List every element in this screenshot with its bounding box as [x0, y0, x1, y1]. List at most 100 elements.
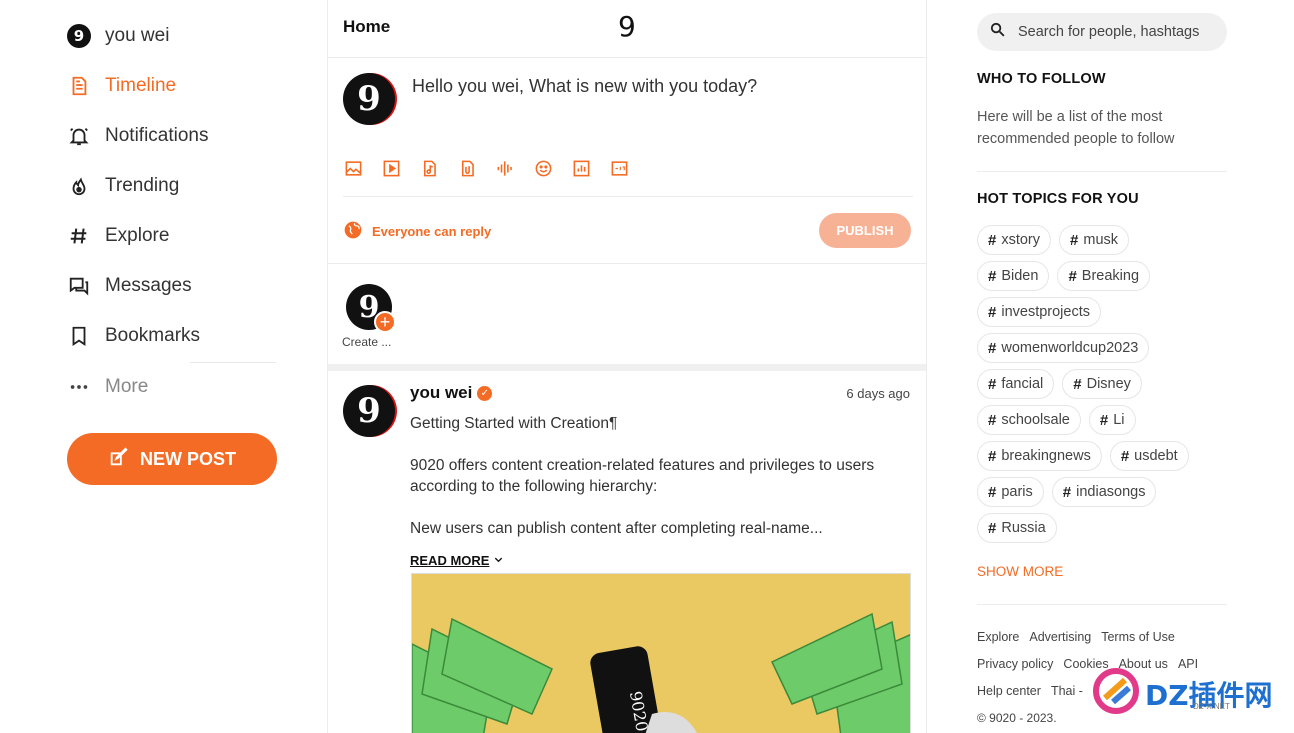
- topic-tag[interactable]: # xstory: [977, 225, 1052, 255]
- topic-tag[interactable]: # Russia: [977, 513, 1057, 543]
- composer-input[interactable]: Hello you wei, What is new with you toda…: [412, 76, 757, 97]
- more-dots-icon: [67, 375, 91, 399]
- topic-tag[interactable]: # usdebt: [1109, 441, 1189, 471]
- post-timestamp[interactable]: 6 days ago: [846, 386, 910, 401]
- show-more-link[interactable]: SHOW MORE: [977, 564, 1063, 579]
- profile-link[interactable]: 9 you wei: [67, 21, 169, 51]
- image-icon[interactable]: [343, 158, 363, 178]
- post-author-avatar[interactable]: 9: [343, 385, 395, 437]
- flame-icon: [67, 174, 91, 198]
- hashtag-icon: #: [1062, 483, 1072, 501]
- topic-tag[interactable]: # Disney: [1062, 369, 1142, 399]
- right-divider: [977, 171, 1227, 172]
- hot-topics-title: HOT TOPICS FOR YOU: [977, 191, 1139, 207]
- topic-tag[interactable]: # investprojects: [977, 297, 1101, 327]
- chat-icon: [67, 274, 91, 298]
- search-icon: [989, 21, 1006, 43]
- sidebar-item-label: Trending: [105, 175, 180, 196]
- topic-tag[interactable]: # breakingnews: [977, 441, 1102, 471]
- topic-label: schoolsale: [1001, 412, 1070, 428]
- composer-avatar[interactable]: 9: [343, 73, 395, 125]
- topic-label: womenworldcup2023: [1001, 340, 1139, 356]
- topic-row: # investprojects: [977, 297, 1101, 327]
- post-paragraph: 9020 offers content creation-related fea…: [410, 457, 875, 495]
- audio-wave-icon[interactable]: [495, 158, 515, 178]
- new-post-button[interactable]: NEW POST: [67, 433, 277, 485]
- topic-tag[interactable]: # womenworldcup2023: [977, 333, 1150, 363]
- page-title: Home: [343, 17, 391, 36]
- poll-icon[interactable]: [571, 158, 591, 178]
- hashtag-icon: #: [988, 519, 997, 537]
- stories-bar: 9 + Create ...: [328, 263, 926, 364]
- topic-tag[interactable]: # musk: [1059, 225, 1130, 255]
- right-sidebar: WHO TO FOLLOW Here will be a list of the…: [977, 0, 1227, 733]
- search-input[interactable]: [1018, 24, 1218, 40]
- profile-avatar: 9: [67, 24, 91, 48]
- read-more-label: READ MORE: [410, 553, 490, 568]
- watermark: DZ插件网 DZ-X.NET: [1093, 668, 1273, 719]
- footer-link[interactable]: Advertising: [1029, 630, 1091, 644]
- who-to-follow-title: WHO TO FOLLOW: [977, 71, 1106, 87]
- topic-tag[interactable]: # Li: [1088, 405, 1136, 435]
- timeline-icon: [67, 74, 91, 98]
- sidebar-item-trending[interactable]: Trending: [67, 171, 179, 201]
- topic-label: indiasongs: [1076, 484, 1146, 500]
- sidebar-item-explore[interactable]: Explore: [67, 221, 169, 251]
- publish-button[interactable]: PUBLISH: [819, 213, 911, 248]
- site-logo[interactable]: 9: [618, 10, 636, 43]
- topic-tag[interactable]: # indiasongs: [1051, 477, 1157, 507]
- new-post-label: NEW POST: [139, 448, 236, 469]
- hashtag-icon: #: [1099, 411, 1109, 429]
- topic-tag[interactable]: # Breaking: [1057, 261, 1151, 291]
- right-divider: [977, 604, 1227, 605]
- search-bar[interactable]: [977, 13, 1227, 51]
- reply-setting-button[interactable]: Everyone can reply: [343, 220, 491, 243]
- read-more-link[interactable]: READ MORE: [410, 553, 504, 568]
- topic-row: # xstory # musk: [977, 225, 1130, 255]
- music-icon[interactable]: [419, 158, 439, 178]
- hashtag-icon: #: [988, 447, 997, 465]
- plus-icon[interactable]: +: [374, 311, 396, 333]
- hashtag-icon: #: [988, 303, 997, 321]
- hashtag-icon: #: [988, 231, 997, 249]
- sidebar-item-more[interactable]: More: [67, 372, 148, 402]
- footer-links: Help center Thai -: [977, 684, 1083, 698]
- sidebar-item-timeline[interactable]: Timeline: [67, 71, 176, 101]
- topic-label: investprojects: [1001, 304, 1090, 320]
- emoji-icon[interactable]: [533, 158, 553, 178]
- hashtag-icon: #: [1070, 231, 1079, 249]
- topic-row: # paris # indiasongs: [977, 477, 1157, 507]
- profile-name: you wei: [105, 25, 170, 46]
- topic-label: Breaking: [1081, 268, 1140, 284]
- composer-divider: [343, 196, 913, 197]
- footer-link[interactable]: Explore: [977, 630, 1019, 644]
- topic-tag[interactable]: # paris: [977, 477, 1044, 507]
- post-author[interactable]: you wei ✓: [410, 383, 493, 403]
- gif-icon[interactable]: [609, 158, 629, 178]
- sidebar-item-messages[interactable]: Messages: [67, 271, 192, 301]
- sidebar-item-label: More: [105, 376, 149, 397]
- topic-tag[interactable]: # schoolsale: [977, 405, 1081, 435]
- topic-label: Disney: [1086, 376, 1131, 392]
- sidebar-divider: [190, 362, 276, 363]
- footer-link[interactable]: Thai -: [1051, 684, 1083, 698]
- footer-link[interactable]: Help center: [977, 684, 1041, 698]
- post-image[interactable]: 9020: [411, 573, 911, 733]
- sidebar-item-notifications[interactable]: Notifications: [67, 121, 209, 151]
- footer-link[interactable]: Terms of Use: [1101, 630, 1175, 644]
- hashtag-icon: #: [1073, 375, 1082, 393]
- sidebar-item-bookmarks[interactable]: Bookmarks: [67, 321, 200, 351]
- topic-label: xstory: [1001, 232, 1041, 248]
- topic-label: musk: [1083, 232, 1119, 248]
- video-icon[interactable]: [381, 158, 401, 178]
- topic-label: breakingnews: [1001, 448, 1091, 464]
- topic-tag[interactable]: # Biden: [977, 261, 1050, 291]
- topic-tag[interactable]: # fancial: [977, 369, 1055, 399]
- topic-label: paris: [1001, 484, 1033, 500]
- watermark-logo-icon: [1093, 668, 1139, 719]
- topic-row: # fancial # Disney: [977, 369, 1142, 399]
- attachment-icon[interactable]: [457, 158, 477, 178]
- footer-link[interactable]: Privacy policy: [977, 657, 1053, 671]
- bookmark-icon: [67, 324, 91, 348]
- topic-row: # Russia: [977, 513, 1057, 543]
